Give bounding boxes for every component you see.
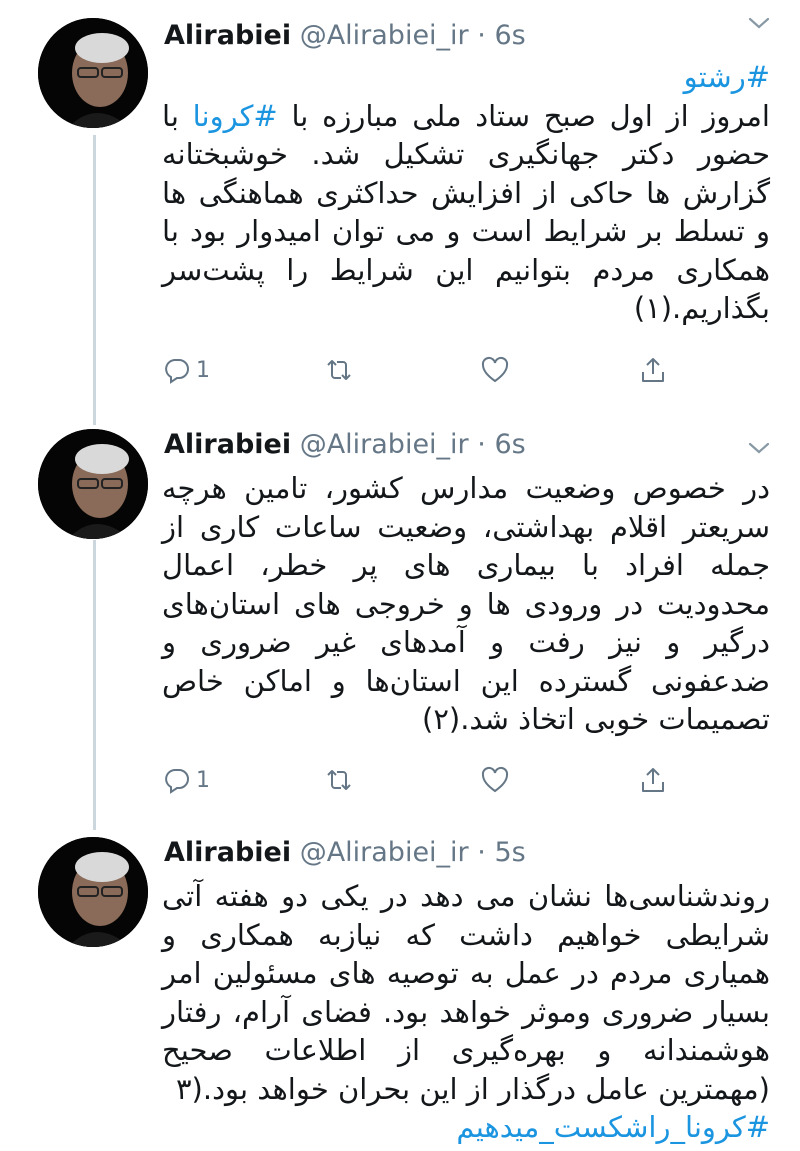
text-line: سریعتر اقلام بهداشتی، وضعیت ساعات کاری ا…	[162, 509, 770, 544]
like-icon	[481, 356, 509, 383]
reply-button[interactable]: 1	[162, 762, 210, 798]
tweet-text: روندشناسی‌ها نشان می دهد در یکی دو هفته …	[162, 877, 770, 1147]
text-line: همکاری مردم بتوانیم این شرایط را پشت‌سر	[162, 252, 770, 287]
reply-count: 1	[196, 767, 210, 793]
reply-button[interactable]: 1	[162, 352, 210, 388]
text-fragment: امروز از اول صبح ستاد ملی مبارزه با	[277, 98, 770, 133]
timestamp[interactable]: 6s	[494, 20, 525, 51]
avatar-portrait	[38, 429, 148, 539]
separator: ·	[477, 20, 486, 51]
tweet[interactable]: Alirabiei @Alirabiei_ir · 5s روندشناسی‌ه…	[0, 833, 800, 1151]
text-line: درگیر و نیز رفت و آمدهای غیر ضروری و	[162, 625, 770, 659]
display-name[interactable]: Alirabiei	[164, 429, 291, 460]
tweet[interactable]: Alirabiei @Alirabiei_ir · 6s در خصوص وضع…	[0, 425, 800, 825]
text-line: بسیار ضروری وموثر خواهد بود. فضای آرام، …	[162, 994, 770, 1029]
share-button[interactable]	[638, 762, 668, 798]
hashtag[interactable]: #کرونا	[193, 99, 278, 133]
hashtag[interactable]: #رشتو	[684, 60, 770, 94]
reply-count: 1	[196, 357, 210, 383]
retweet-icon	[327, 360, 351, 380]
retweet-button[interactable]	[324, 762, 354, 798]
like-icon	[481, 766, 509, 793]
share-icon	[642, 358, 664, 382]
action-bar: 1	[162, 762, 682, 798]
timestamp[interactable]: 6s	[494, 429, 525, 460]
text-line: هوشمندانه و بهره‌گیری از اطلاعات صحیح	[162, 1033, 770, 1067]
text-line: روندشناسی‌ها نشان می دهد در یکی دو هفته …	[162, 879, 770, 913]
share-button[interactable]	[638, 352, 668, 388]
share-icon	[642, 768, 664, 792]
text-line: در خصوص وضعیت مدارس کشور، تامین هرچه	[162, 471, 770, 505]
retweet-icon	[327, 770, 351, 790]
tweet-header: Alirabiei @Alirabiei_ir · 6s	[164, 16, 526, 56]
text-line: محدودیت در ورودی ها و خروجی های استان‌ها…	[162, 586, 770, 621]
tweet-text: در خصوص وضعیت مدارس کشور، تامین هرچه سری…	[162, 469, 770, 739]
avatar-portrait	[38, 837, 148, 947]
text-line: (مهمترین عامل درگذار از این بحران خواهد …	[175, 1071, 770, 1106]
text-line: تصمیمات خوبی اتخاذ شد.(۲)	[421, 702, 770, 736]
hashtag[interactable]: #کرونا_راشکست_میدهیم	[456, 1110, 770, 1144]
avatar[interactable]	[38, 429, 148, 539]
text-fragment: با	[162, 98, 193, 133]
text-line: همیاری مردم در عمل به توصیه های مسئولین …	[162, 956, 770, 990]
tweet-header: Alirabiei @Alirabiei_ir · 6s	[164, 425, 526, 465]
text-line: تسلط بر شرایط است و می توان امیدوار بود …	[162, 214, 745, 248]
tweet-text: #رشتو امروز از اول صبح ستاد ملی مبارزه ب…	[162, 58, 770, 328]
user-handle[interactable]: @Alirabiei_ir	[300, 429, 469, 460]
action-bar: 1	[162, 352, 682, 388]
like-button[interactable]	[480, 762, 510, 798]
timestamp[interactable]: 5s	[494, 837, 525, 868]
text-line: شرایطی خواهیم داشت که نیازبه همکاری و	[162, 917, 770, 952]
like-button[interactable]	[480, 352, 510, 388]
text-line: ضدعفونی گسترده این استان‌ها و اماکن خاص	[162, 663, 770, 698]
separator: ·	[477, 837, 486, 868]
chevron-down-icon[interactable]	[748, 441, 770, 455]
display-name[interactable]: Alirabiei	[164, 20, 291, 51]
avatar[interactable]	[38, 837, 148, 947]
reply-icon	[165, 769, 189, 794]
avatar[interactable]	[38, 18, 148, 128]
reply-icon	[165, 359, 189, 384]
display-name[interactable]: Alirabiei	[164, 837, 291, 868]
chevron-down-icon[interactable]	[748, 16, 770, 30]
text-line: حضور دکتر جهانگیری تشکیل شد. خوشبختانه	[162, 137, 770, 171]
avatar-portrait	[38, 18, 148, 128]
retweet-button[interactable]	[324, 352, 354, 388]
tweet[interactable]: Alirabiei @Alirabiei_ir · 6s #رشتو امروز…	[0, 0, 800, 420]
tweet-header: Alirabiei @Alirabiei_ir · 5s	[164, 833, 526, 873]
text-line: بگذاریم.(۱)	[633, 291, 770, 325]
user-handle[interactable]: @Alirabiei_ir	[300, 20, 469, 51]
separator: ·	[477, 429, 486, 460]
text-line: جمله افراد با بیماری های پر خطر، اعمال	[162, 548, 770, 582]
user-handle[interactable]: @Alirabiei_ir	[300, 837, 469, 868]
